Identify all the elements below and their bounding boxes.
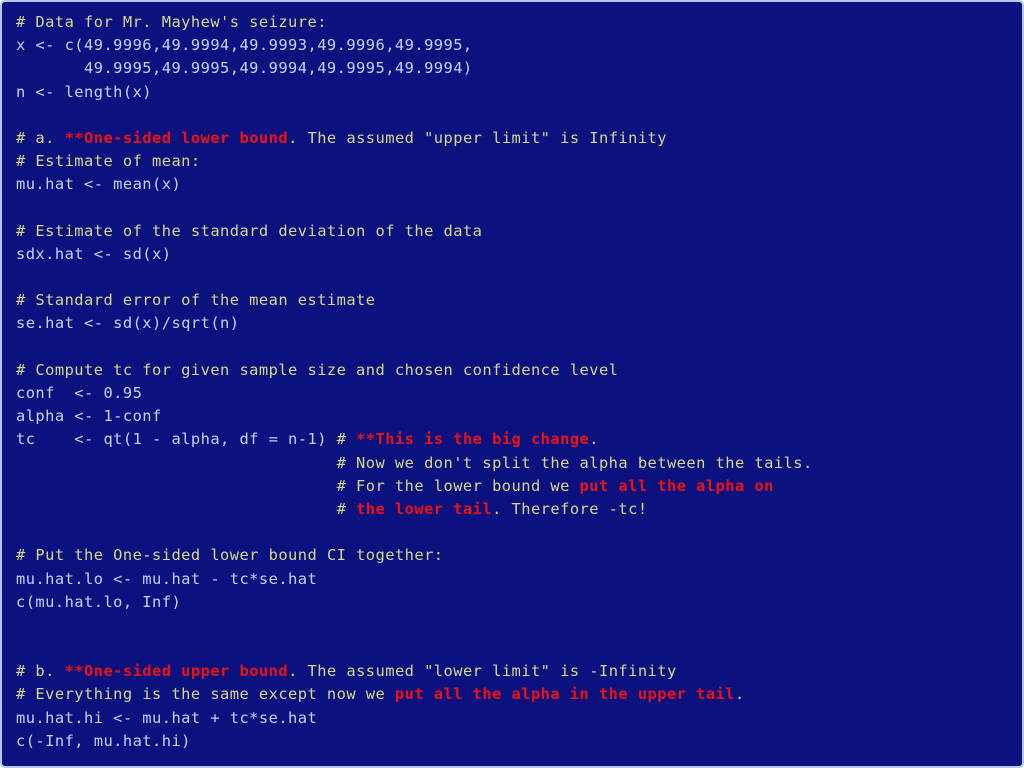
comment-estimate-of-mean-seg-0: # Estimate of mean: — [16, 152, 201, 171]
comment-data-header-seg-0: # Data for Mr. Mayhew's seizure: — [16, 13, 327, 31]
comment-no-split-alpha-seg-0: # Now we don't split the alpha between t… — [16, 453, 813, 472]
code-x-assign: x <- c(49.9996,49.9994,49.9993,49.9996,4… — [16, 34, 1022, 57]
comment-part-b-heading-seg-0: # b. — [16, 662, 65, 681]
code-se-hat-seg-0: se.hat <- sd(x)/sqrt(n) — [16, 314, 240, 333]
comment-compute-tc: # Compute tc for given sample size and c… — [16, 359, 1022, 382]
code-x-assign-seg-0: x <- c(49.9996,49.9994,49.9993,49.9996,4… — [16, 36, 473, 55]
code-c-lower-inf-seg-0: c(mu.hat.lo, Inf) — [16, 592, 182, 611]
comment-no-split-alpha: # Now we don't split the alpha between t… — [16, 452, 1022, 475]
comment-everything-same-upper-tail-seg-0: # Everything is the same except now we — [16, 685, 395, 704]
comment-part-a-heading-seg-0: # a. — [16, 128, 65, 147]
comment-data-header: # Data for Mr. Mayhew's seizure: — [16, 11, 1022, 34]
code-mu-hat-seg-0: mu.hat <- mean(x) — [16, 175, 182, 194]
comment-everything-same-upper-tail: # Everything is the same except now we p… — [16, 683, 1022, 706]
code-mu-hat-hi: mu.hat.hi <- mu.hat + tc*se.hat — [16, 707, 1022, 730]
comment-estimate-of-sd: # Estimate of the standard deviation of … — [16, 220, 1022, 243]
comment-compute-tc-seg-0: # Compute tc for given sample size and c… — [16, 360, 619, 379]
code-mu-hat-lo-seg-0: mu.hat.lo <- mu.hat - tc*se.hat — [16, 569, 318, 588]
comment-lower-bound-alpha-seg-0: # For the lower bound we — [16, 476, 580, 495]
comment-lower-tail-therefore-seg-0: # — [16, 499, 357, 518]
code-alpha-seg-0: alpha <- 1-conf — [16, 407, 162, 426]
comment-standard-error: # Standard error of the mean estimate — [16, 289, 1022, 312]
code-n-assign-seg-0: n <- length(x) — [16, 82, 153, 101]
code-x-continuation: 49.9995,49.9995,49.9994,49.9995,49.9994) — [16, 57, 1022, 80]
code-listing: # Data for Mr. Mayhew's seizure: x <- c(4… — [16, 11, 1022, 753]
comment-lower-tail-therefore-seg-1: the lower tail — [356, 499, 493, 518]
code-alpha: alpha <- 1-conf — [16, 405, 1022, 428]
comment-lower-tail-therefore: # the lower tail. Therefore -tc! — [16, 498, 1022, 521]
code-mu-hat: mu.hat <- mean(x) — [16, 173, 1022, 196]
code-mu-hat-lo: mu.hat.lo <- mu.hat - tc*se.hat — [16, 568, 1022, 591]
comment-put-lower-ci-together: # Put the One-sided lower bound CI toget… — [16, 544, 1022, 567]
comment-part-b-heading: # b. **One-sided upper bound. The assume… — [16, 660, 1022, 683]
code-c-neg-inf-upper: c(-Inf, mu.hat.hi) — [16, 730, 1022, 753]
comment-lower-bound-alpha-seg-1: put all the alpha on — [579, 476, 774, 495]
code-slide: # Data for Mr. Mayhew's seizure: x <- c(4… — [0, 0, 1024, 768]
code-n-assign: n <- length(x) — [16, 81, 1022, 104]
comment-everything-same-upper-tail-seg-1: put all the alpha in the upper tail — [394, 685, 735, 704]
comment-estimate-of-sd-seg-0: # Estimate of the standard deviation of … — [16, 221, 483, 240]
code-sdx-hat: sdx.hat <- sd(x) — [16, 243, 1022, 266]
code-c-neg-inf-upper-seg-0: c(-Inf, mu.hat.hi) — [16, 731, 191, 750]
comment-part-a-heading-seg-1: **One-sided lower bound — [64, 128, 289, 147]
comment-estimate-of-mean: # Estimate of mean: — [16, 150, 1022, 173]
code-tc-with-comment-seg-3: . — [589, 430, 599, 449]
code-sdx-hat-seg-0: sdx.hat <- sd(x) — [16, 244, 172, 263]
comment-lower-bound-alpha: # For the lower bound we put all the alp… — [16, 475, 1022, 498]
comment-lower-tail-therefore-seg-2: . Therefore -tc! — [492, 499, 648, 518]
code-conf-seg-0: conf <- 0.95 — [16, 384, 143, 402]
code-tc-with-comment-seg-2: **This is the big change — [356, 430, 590, 449]
code-tc-with-comment-seg-1: # — [336, 430, 357, 449]
comment-part-a-heading: # a. **One-sided lower bound. The assume… — [16, 127, 1022, 150]
comment-part-b-heading-seg-2: . The assumed "lower limit" is -Infinity — [288, 662, 677, 681]
code-tc-with-comment: tc <- qt(1 - alpha, df = n-1) # **This i… — [16, 428, 1022, 451]
code-se-hat: se.hat <- sd(x)/sqrt(n) — [16, 312, 1022, 335]
comment-part-b-heading-seg-1: **One-sided upper bound — [64, 662, 289, 681]
comment-everything-same-upper-tail-seg-2: . — [734, 685, 745, 704]
code-conf: conf <- 0.95 — [16, 382, 1022, 405]
comment-standard-error-seg-0: # Standard error of the mean estimate — [16, 291, 376, 310]
code-mu-hat-hi-seg-0: mu.hat.hi <- mu.hat + tc*se.hat — [16, 708, 318, 727]
code-c-lower-inf: c(mu.hat.lo, Inf) — [16, 591, 1022, 614]
comment-put-lower-ci-together-seg-0: # Put the One-sided lower bound CI toget… — [16, 546, 444, 565]
code-x-continuation-seg-0: 49.9995,49.9995,49.9994,49.9995,49.9994) — [16, 59, 473, 78]
code-tc-with-comment-seg-0: tc <- qt(1 - alpha, df = n-1) — [16, 430, 337, 449]
comment-part-a-heading-seg-2: . The assumed "upper limit" is Infinity — [288, 128, 667, 147]
